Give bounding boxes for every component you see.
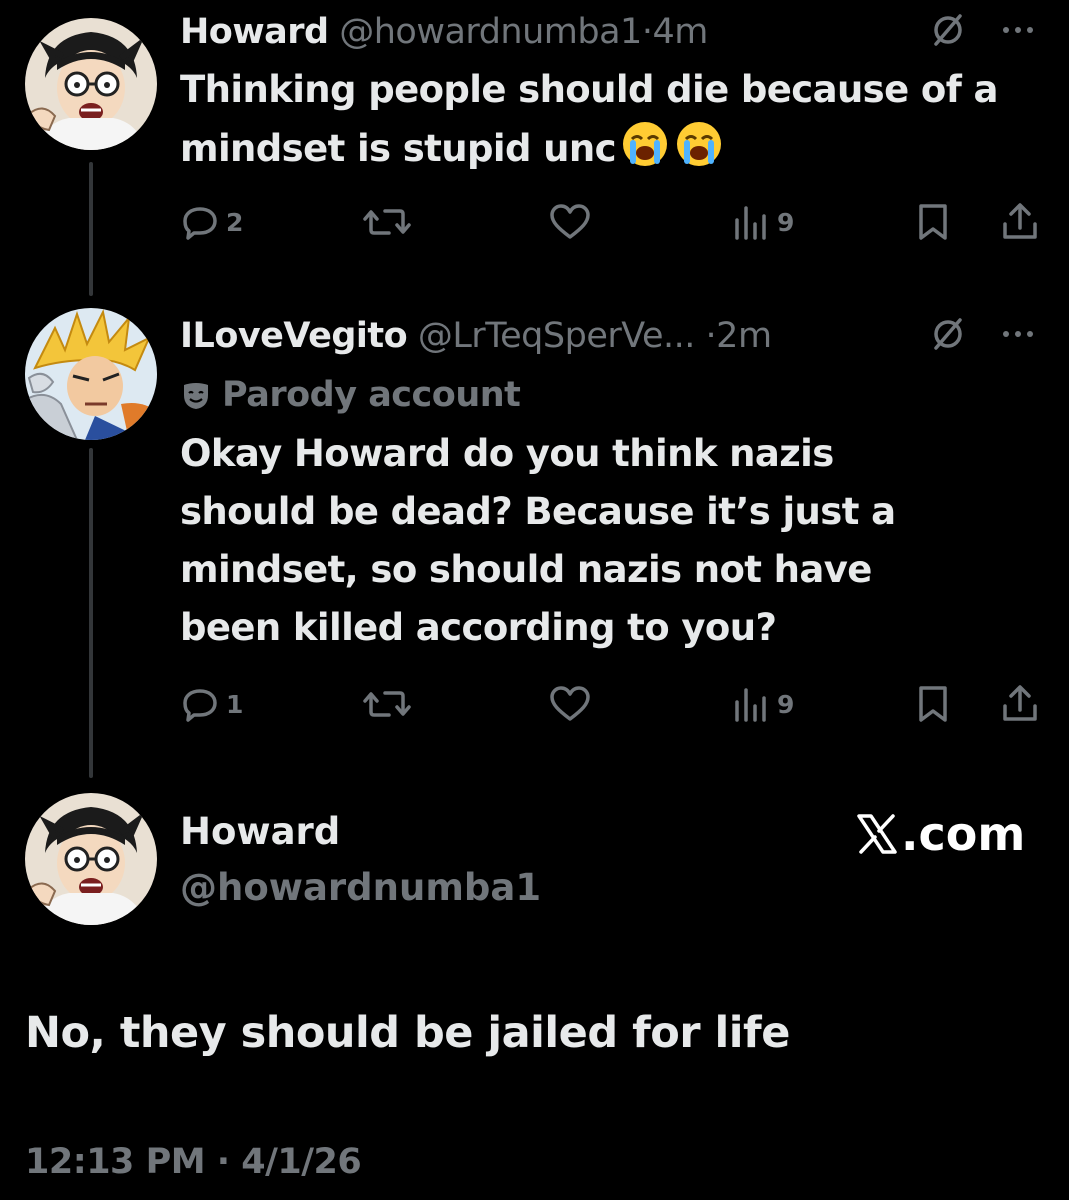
share-button[interactable]	[1000, 200, 1040, 244]
bookmark-button[interactable]	[913, 682, 953, 726]
reply-count: 1	[226, 689, 244, 719]
reply-button[interactable]: 2	[180, 200, 243, 244]
like-button[interactable]	[548, 200, 592, 244]
reply-bubble-icon	[183, 689, 217, 722]
more-dots-icon[interactable]	[998, 314, 1038, 358]
retweet-icon	[363, 209, 411, 235]
heart-icon	[550, 204, 590, 239]
reply-button[interactable]: 1	[180, 682, 243, 726]
x-com-watermark: .com	[855, 808, 1025, 860]
share-button[interactable]	[1000, 682, 1040, 726]
tweet-top-icons	[928, 11, 1038, 53]
bookmark-button[interactable]	[913, 200, 953, 244]
separator-dot: ·	[641, 12, 653, 52]
thread-line-2	[89, 448, 93, 778]
views-count: 9	[777, 207, 795, 237]
slash-circle-icon[interactable]	[928, 314, 968, 358]
tweet-text: Okay Howard do you think nazis should be…	[180, 425, 960, 657]
share-icon	[1003, 203, 1037, 239]
tweet-header: ILoveVegito @LrTeqSperVe... ·2m	[180, 315, 772, 357]
user-handle[interactable]: @LrTeqSperVe...	[418, 316, 696, 356]
views-bar-chart-icon	[735, 206, 766, 240]
main-tweet-timestamp[interactable]: 12:13 PM · 4/1/26	[25, 1138, 362, 1186]
tweet-text-content: Thinking people should die because of a …	[180, 68, 998, 170]
thread-line-1	[89, 162, 93, 296]
tweet-text-content: Okay Howard do you think nazis should be…	[180, 432, 896, 649]
x-logo-icon	[857, 814, 897, 854]
views-count: 9	[777, 689, 795, 719]
views-bar-chart-icon	[735, 688, 766, 722]
post-time[interactable]: 2m	[716, 316, 772, 356]
main-user-handle[interactable]: @howardnumba1	[180, 864, 541, 912]
separator-dot: ·	[705, 316, 717, 356]
tweet-text: Thinking people should die because of a …	[180, 61, 1050, 178]
post-time[interactable]: 4m	[652, 12, 708, 52]
tweet-actions: 2 9	[180, 200, 1040, 244]
tweet-header: Howard @howardnumba1·4m	[180, 11, 708, 53]
avatar-howard[interactable]	[25, 793, 157, 925]
main-display-name[interactable]: Howard	[180, 808, 340, 856]
main-tweet-text: No, they should be jailed for life	[25, 1008, 790, 1058]
display-name[interactable]: Howard	[180, 12, 329, 52]
theater-mask-icon	[184, 383, 208, 409]
avatar-ilovevegito[interactable]	[25, 308, 157, 440]
watermark-text: .com	[901, 807, 1026, 861]
retweet-button[interactable]	[363, 682, 411, 726]
bookmark-icon	[919, 686, 947, 722]
retweet-button[interactable]	[363, 200, 411, 244]
share-icon	[1003, 685, 1037, 721]
loudly-crying-emoji-icon	[674, 119, 724, 169]
loudly-crying-emoji-icon	[620, 119, 670, 169]
display-name[interactable]: ILoveVegito	[180, 316, 408, 356]
views-button[interactable]: 9	[731, 682, 794, 726]
reply-count: 2	[226, 207, 244, 237]
parody-label: Parody account	[180, 374, 521, 416]
avatar-howard[interactable]	[25, 18, 157, 150]
slash-circle-icon[interactable]	[928, 10, 968, 54]
tweet-actions: 1 9	[180, 682, 1040, 726]
reply-bubble-icon	[183, 207, 217, 240]
views-button[interactable]: 9	[731, 200, 794, 244]
retweet-icon	[363, 691, 411, 717]
tweet-top-icons	[928, 315, 1038, 357]
user-handle[interactable]: @howardnumba1	[339, 12, 642, 52]
like-button[interactable]	[548, 682, 592, 726]
parody-label-text: Parody account	[222, 375, 521, 415]
more-dots-icon[interactable]	[998, 10, 1038, 54]
heart-icon	[550, 686, 590, 721]
bookmark-icon	[919, 204, 947, 240]
